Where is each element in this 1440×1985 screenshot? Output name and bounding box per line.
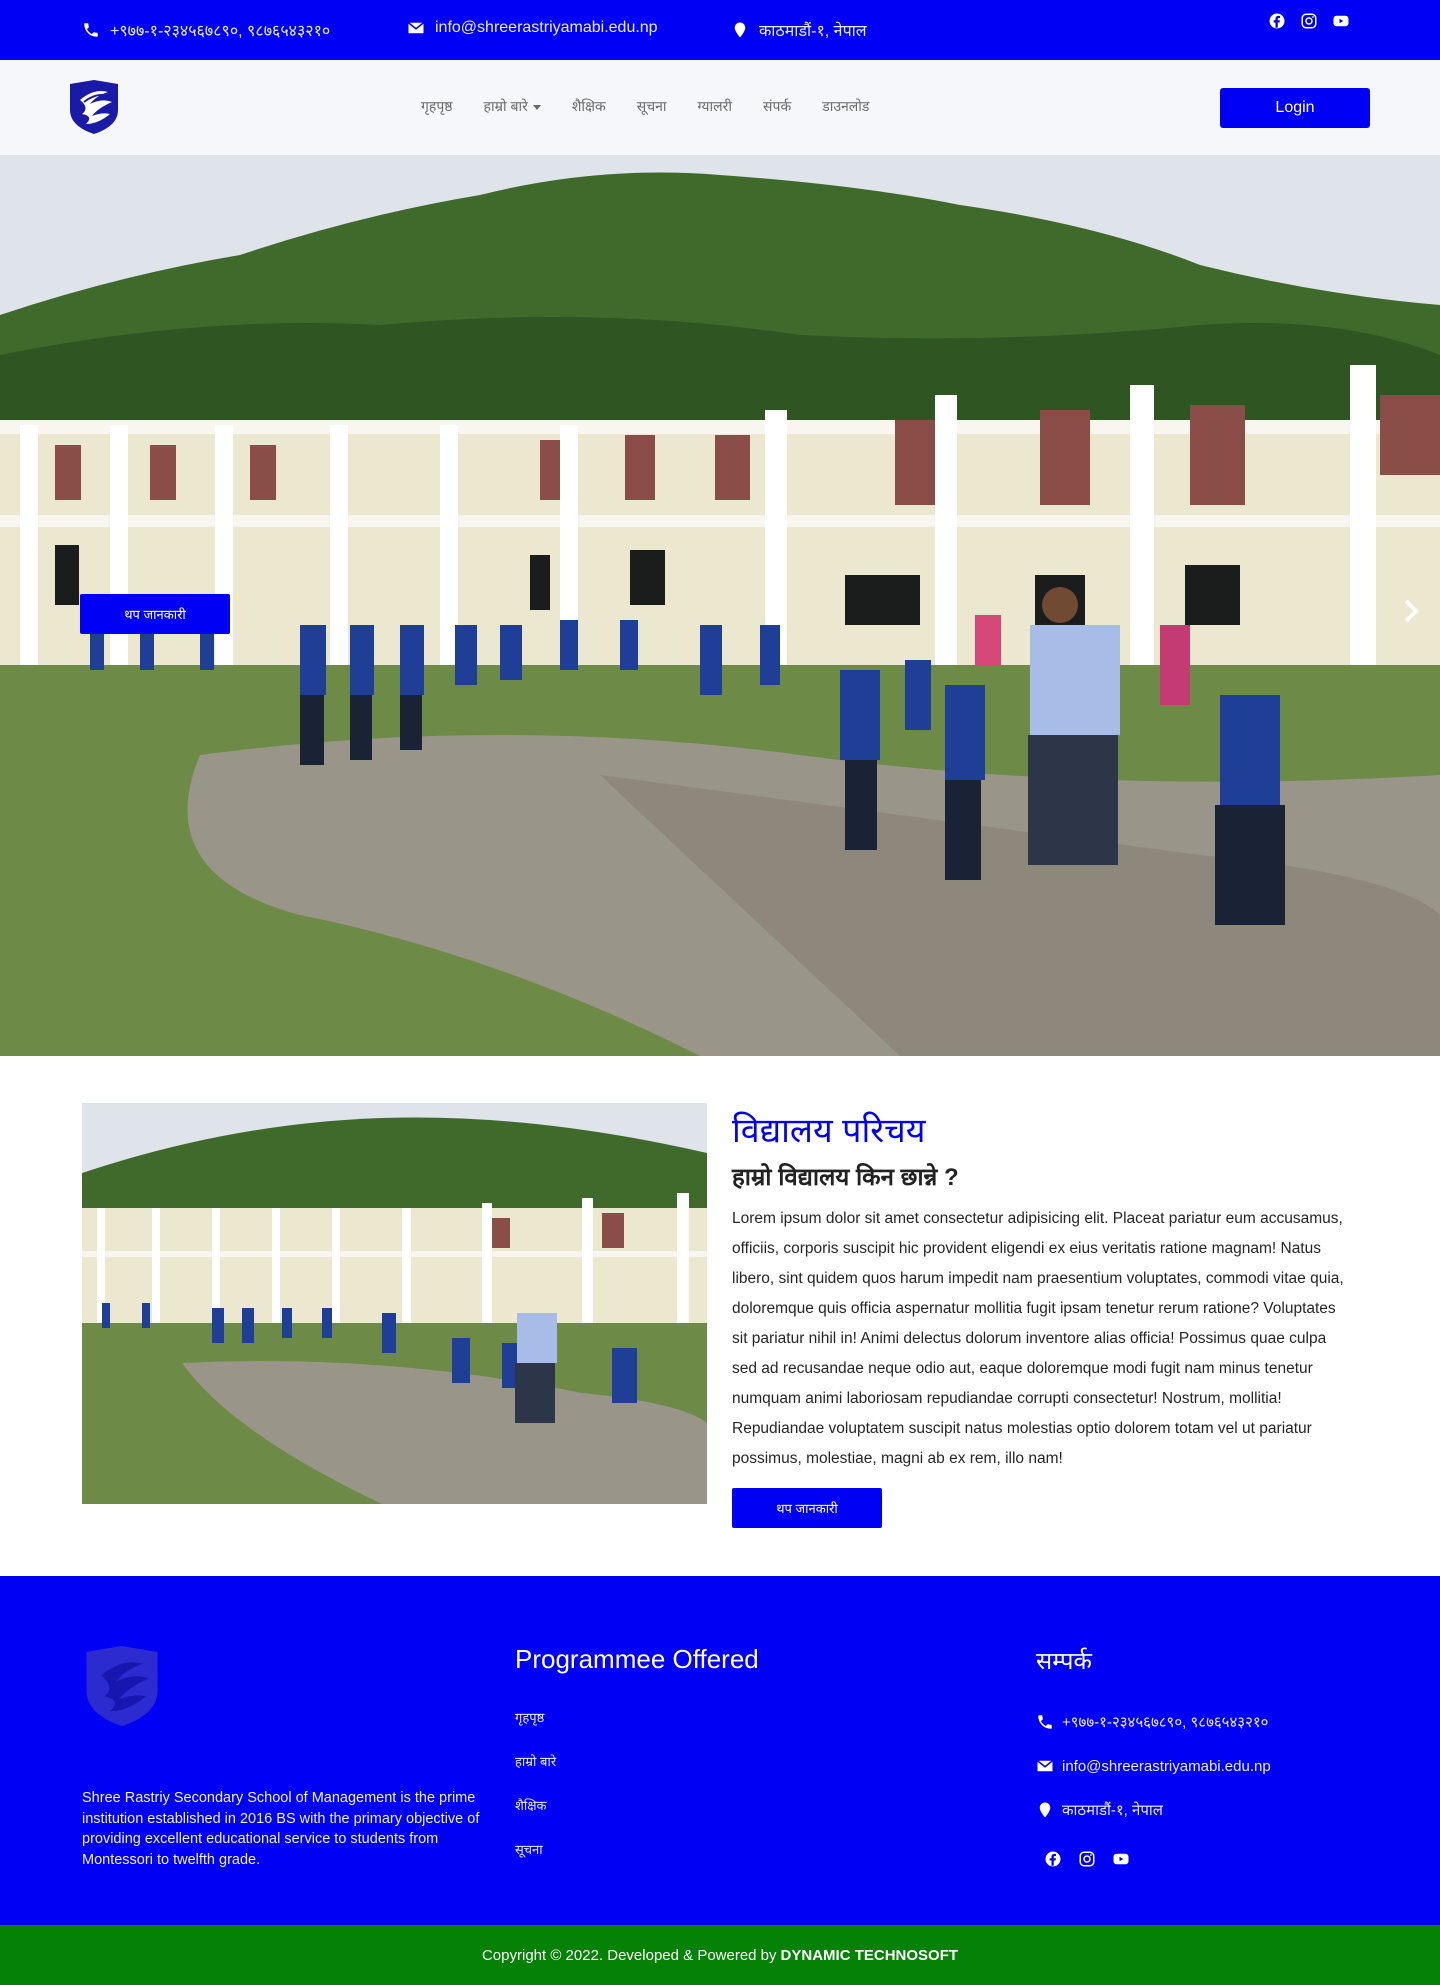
about-title: विद्यालय परिचय bbox=[732, 1112, 926, 1150]
youtube-icon[interactable] bbox=[1112, 1850, 1130, 1868]
footer-phone-text: +९७७-१-२३४५६७८९०, ९८७६५४३२१० bbox=[1062, 1714, 1269, 1731]
chevron-left-icon bbox=[21, 599, 36, 623]
topbar-address: काठमाडौं-१, नेपाल bbox=[731, 19, 867, 41]
footer-link-academic[interactable]: शैक्षिक bbox=[515, 1796, 556, 1840]
map-pin-icon bbox=[731, 21, 749, 39]
nav-item-contact[interactable]: संपर्क bbox=[763, 97, 791, 116]
footer-logo bbox=[82, 1646, 162, 1726]
footer-link-about[interactable]: हाम्रो बारे bbox=[515, 1752, 556, 1796]
copyright-text: Copyright © 2022. Developed & Powered by bbox=[481, 1946, 777, 1964]
facebook-icon[interactable] bbox=[1268, 12, 1286, 30]
topbar-email[interactable]: info@shreerastriyamabi.edu.np bbox=[407, 19, 658, 37]
instagram-icon[interactable] bbox=[1078, 1850, 1096, 1868]
footer-phone: +९७७-१-२३४५६७८९०, ९८७६५४३२१० bbox=[1036, 1700, 1271, 1744]
site-footer: Shree Rastriy Secondary School of Manage… bbox=[0, 1576, 1440, 1925]
topbar-address-text: काठमाडौं-१, नेपाल bbox=[759, 23, 867, 40]
about-section: विद्यालय परिचय हाम्रो विद्यालय किन छान्न… bbox=[0, 1056, 1440, 1576]
footer-social-links bbox=[1044, 1850, 1130, 1868]
programmes-list: गृहपृष्ठ हाम्रो बारे शैक्षिक सूचना bbox=[515, 1708, 556, 1884]
carousel-prev-button[interactable] bbox=[10, 585, 50, 637]
about-description: Lorem ipsum dolor sit amet consectetur a… bbox=[732, 1210, 1344, 1467]
envelope-icon bbox=[407, 19, 425, 37]
footer-link-home[interactable]: गृहपृष्ठ bbox=[515, 1708, 556, 1752]
facebook-icon[interactable] bbox=[1044, 1850, 1062, 1868]
hero-more-info-button[interactable]: थप जानकारी bbox=[80, 594, 230, 634]
nav-item-download[interactable]: डाउनलोड bbox=[822, 97, 869, 116]
about-subtitle: हाम्रो विद्यालय किन छान्ने ? bbox=[732, 1164, 959, 1191]
nav-item-academic[interactable]: शैक्षिक bbox=[572, 97, 606, 116]
programmes-title: Programmee Offered bbox=[515, 1644, 759, 1674]
login-button[interactable]: Login bbox=[1220, 88, 1370, 128]
phone-icon bbox=[1036, 1713, 1054, 1731]
nav-item-notice[interactable]: सूचना bbox=[637, 97, 667, 116]
topbar-email-text[interactable]: info@shreerastriyamabi.edu.np bbox=[435, 19, 658, 37]
youtube-icon[interactable] bbox=[1332, 12, 1350, 30]
footer-link-notice[interactable]: सूचना bbox=[515, 1840, 556, 1884]
about-school-photo bbox=[82, 1103, 707, 1504]
topbar-phone-text: +९७७-१-२३४५६७८९०, ९८७६५४३२१० bbox=[110, 23, 331, 40]
developer-name[interactable]: DYNAMIC TECHNOSOFT bbox=[781, 1947, 959, 1964]
footer-email[interactable]: info@shreerastriyamabi.edu.np bbox=[1036, 1744, 1271, 1788]
top-contact-bar: +९७७-१-२३४५६७८९०, ९८७६५४३२१० info@shreer… bbox=[0, 0, 1440, 60]
nav-item-home[interactable]: गृहपृष्ठ bbox=[421, 97, 453, 116]
carousel-next-button[interactable] bbox=[1390, 585, 1430, 637]
envelope-icon bbox=[1036, 1757, 1054, 1775]
chevron-right-icon bbox=[1404, 599, 1419, 623]
map-pin-icon bbox=[1036, 1801, 1054, 1819]
nav-item-gallery[interactable]: ग्यालरी bbox=[698, 97, 733, 116]
nav-item-about[interactable]: हाम्रो बारे bbox=[484, 97, 541, 116]
copyright-bar: Copyright © 2022. Developed & Powered by… bbox=[0, 1925, 1440, 1985]
footer-address-text: काठमाडौं-१, नेपाल bbox=[1062, 1802, 1163, 1819]
footer-contact-list: +९७७-१-२३४५६७८९०, ९८७६५४३२१० info@shreer… bbox=[1036, 1700, 1271, 1832]
school-logo[interactable] bbox=[68, 80, 120, 134]
footer-email-text[interactable]: info@shreerastriyamabi.edu.np bbox=[1062, 1758, 1271, 1775]
instagram-icon[interactable] bbox=[1300, 12, 1318, 30]
hero-carousel: थप जानकारी bbox=[0, 155, 1440, 1056]
contact-title: सम्पर्क bbox=[1036, 1648, 1092, 1675]
topbar-social-links bbox=[1268, 12, 1350, 30]
main-navbar: गृहपृष्ठ हाम्रो बारे शैक्षिक सूचना ग्याल… bbox=[0, 60, 1440, 155]
about-more-info-button[interactable]: थप जानकारी bbox=[732, 1488, 882, 1528]
topbar-phone: +९७७-१-२३४५६७८९०, ९८७६५४३२१० bbox=[82, 19, 330, 41]
phone-icon bbox=[82, 21, 100, 39]
footer-description: Shree Rastriy Secondary School of Manage… bbox=[82, 1790, 480, 1868]
nav-menu: गृहपृष्ठ हाम्रो बारे शैक्षिक सूचना ग्याल… bbox=[421, 97, 900, 116]
footer-address: काठमाडौं-१, नेपाल bbox=[1036, 1788, 1271, 1832]
